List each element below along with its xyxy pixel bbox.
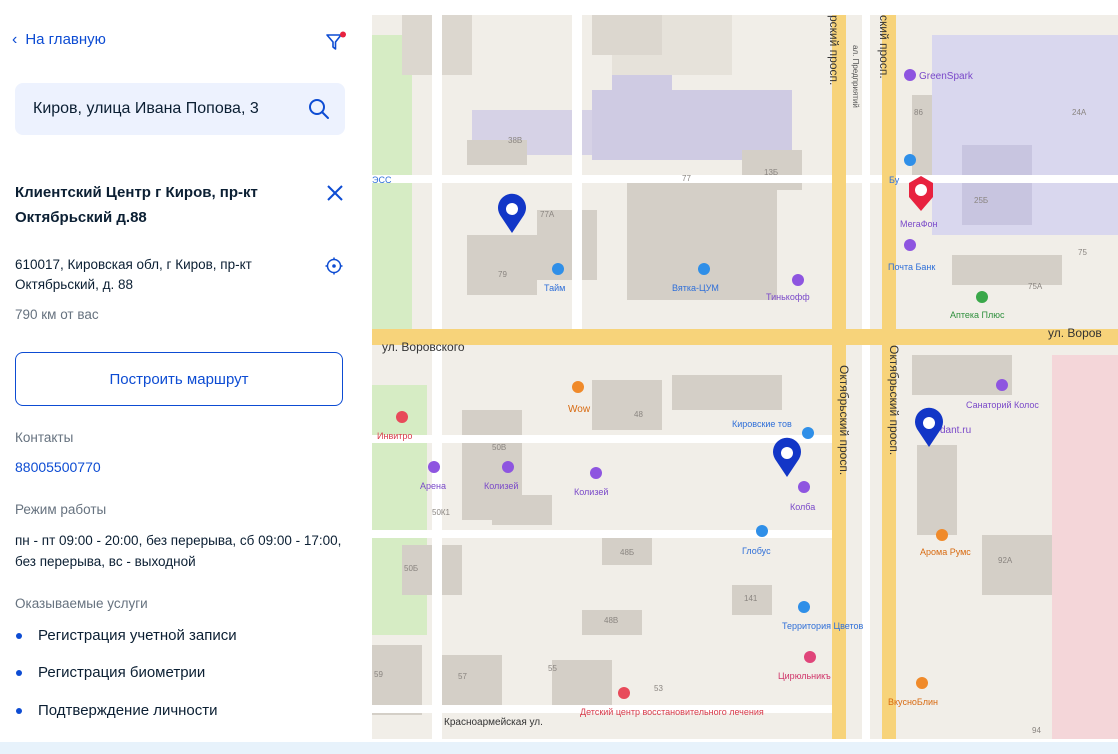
office-address: 610017, Кировская обл, г Киров, пр-кт Ок…	[15, 257, 252, 292]
house-number: 24А	[1072, 108, 1087, 117]
poi-label: Территория Цветов	[782, 621, 864, 631]
poi-label: Арена	[420, 481, 446, 491]
house-number: 48Б	[620, 548, 634, 557]
bullet-icon	[16, 669, 22, 676]
back-link-label: На главную	[25, 31, 106, 48]
street-label: ул. Воровского	[382, 340, 465, 354]
filter-icon[interactable]	[325, 31, 347, 53]
list-item: Подтверждение личности	[15, 702, 218, 719]
street-label: Красноармейская ул.	[444, 717, 543, 728]
chevron-left-icon: ‹	[12, 30, 18, 48]
poi-label: Инвитро	[377, 431, 412, 441]
search-input[interactable]	[33, 83, 293, 135]
house-number: 75А	[1028, 282, 1043, 291]
house-number: 55	[548, 664, 557, 673]
poi-label: Wow	[568, 404, 591, 415]
poi-label: ВкусноБлин	[888, 697, 938, 707]
house-number: 50В	[492, 443, 506, 452]
poi-label: Санаторий Колос	[966, 400, 1039, 410]
search-box	[15, 83, 345, 135]
service-label: Регистрация учетной записи	[38, 627, 237, 644]
close-icon[interactable]	[323, 181, 347, 205]
poi-label: Почта Банк	[888, 262, 935, 272]
poi-label: Детский центр восстановительного лечения	[580, 707, 764, 717]
house-number: 50К1	[432, 508, 451, 517]
poi-label: Тайм	[544, 283, 565, 293]
bullet-icon	[16, 707, 22, 714]
house-number: 94	[1032, 726, 1041, 735]
house-number: 141	[744, 594, 758, 603]
service-label: Подтверждение личности	[38, 702, 218, 719]
map[interactable]: ул. Воровского ул. Воров Октябрьский про…	[372, 15, 1118, 739]
street-label: ул. Воров	[1048, 326, 1102, 340]
poi-label: Колба	[790, 502, 815, 512]
poi-label: ЭСС	[372, 175, 392, 185]
house-number: 25Б	[974, 196, 988, 205]
bullet-icon	[16, 632, 22, 639]
street-label: ал. Предприятий	[851, 45, 860, 108]
phone-link[interactable]: 88005500770	[15, 459, 101, 475]
street-label: Октябрьский просп.	[837, 365, 851, 475]
poi-label: Глобус	[742, 546, 771, 556]
poi-label: dant.ru	[940, 425, 971, 436]
poi-label: Аптека Плюс	[950, 310, 1005, 320]
house-number: 48	[634, 410, 643, 419]
house-number: 50Б	[404, 564, 418, 573]
poi-label: Тинькофф	[766, 292, 810, 302]
street-label: ский просп.	[877, 15, 891, 79]
poi-label: Колизей	[484, 481, 518, 491]
house-number: 59	[374, 670, 383, 679]
house-number: 53	[654, 684, 663, 693]
house-number: 77А	[540, 210, 555, 219]
hours-text: пн - пт 09:00 - 20:00, без перерыва, сб …	[15, 533, 342, 569]
map-canvas[interactable]: ул. Воровского ул. Воров Октябрьский про…	[372, 15, 1118, 739]
list-item: Регистрация биометрии	[15, 664, 205, 681]
poi-label: Арома Румс	[920, 547, 971, 557]
poi-label: МегаФон	[900, 219, 938, 229]
house-number: 75	[1078, 248, 1087, 257]
poi-label: GreenSpark	[919, 71, 974, 82]
distance-text: 790 км от вас	[15, 307, 99, 322]
house-number: 13Б	[764, 168, 778, 177]
house-number: 38В	[508, 136, 522, 145]
house-number: 57	[458, 672, 467, 681]
poi-label: Колизей	[574, 487, 608, 497]
locate-icon[interactable]	[325, 257, 343, 275]
hours-label: Режим работы	[15, 502, 107, 517]
house-number: 79	[498, 270, 507, 279]
house-number: 48В	[604, 616, 618, 625]
services-label: Оказываемые услуги	[15, 596, 148, 611]
back-link[interactable]: ‹ На главную	[12, 31, 106, 48]
poi-label: Цирюльникъ	[778, 671, 831, 681]
sidebar: ‹ На главную Клиентский Центр г Киров, п…	[0, 0, 360, 754]
poi-label: Бу	[889, 175, 900, 185]
bottom-bar	[0, 742, 1118, 754]
build-route-button[interactable]: Построить маршрут	[15, 352, 343, 406]
list-item: Регистрация учетной записи	[15, 627, 237, 644]
contacts-label: Контакты	[15, 430, 74, 445]
house-number: 92А	[998, 556, 1013, 565]
search-icon[interactable]	[307, 97, 331, 121]
street-label: рский просп.	[827, 15, 841, 85]
poi-label: Кировские тов	[732, 419, 792, 429]
house-number: 86	[914, 108, 923, 117]
street-label: Октябрьский просп.	[887, 345, 901, 455]
service-label: Регистрация биометрии	[38, 664, 206, 681]
poi-label: Вятка-ЦУМ	[672, 283, 719, 293]
house-number: 77	[682, 174, 691, 183]
office-title: Клиентский Центр г Киров, пр-кт Октябрьс…	[15, 184, 258, 226]
